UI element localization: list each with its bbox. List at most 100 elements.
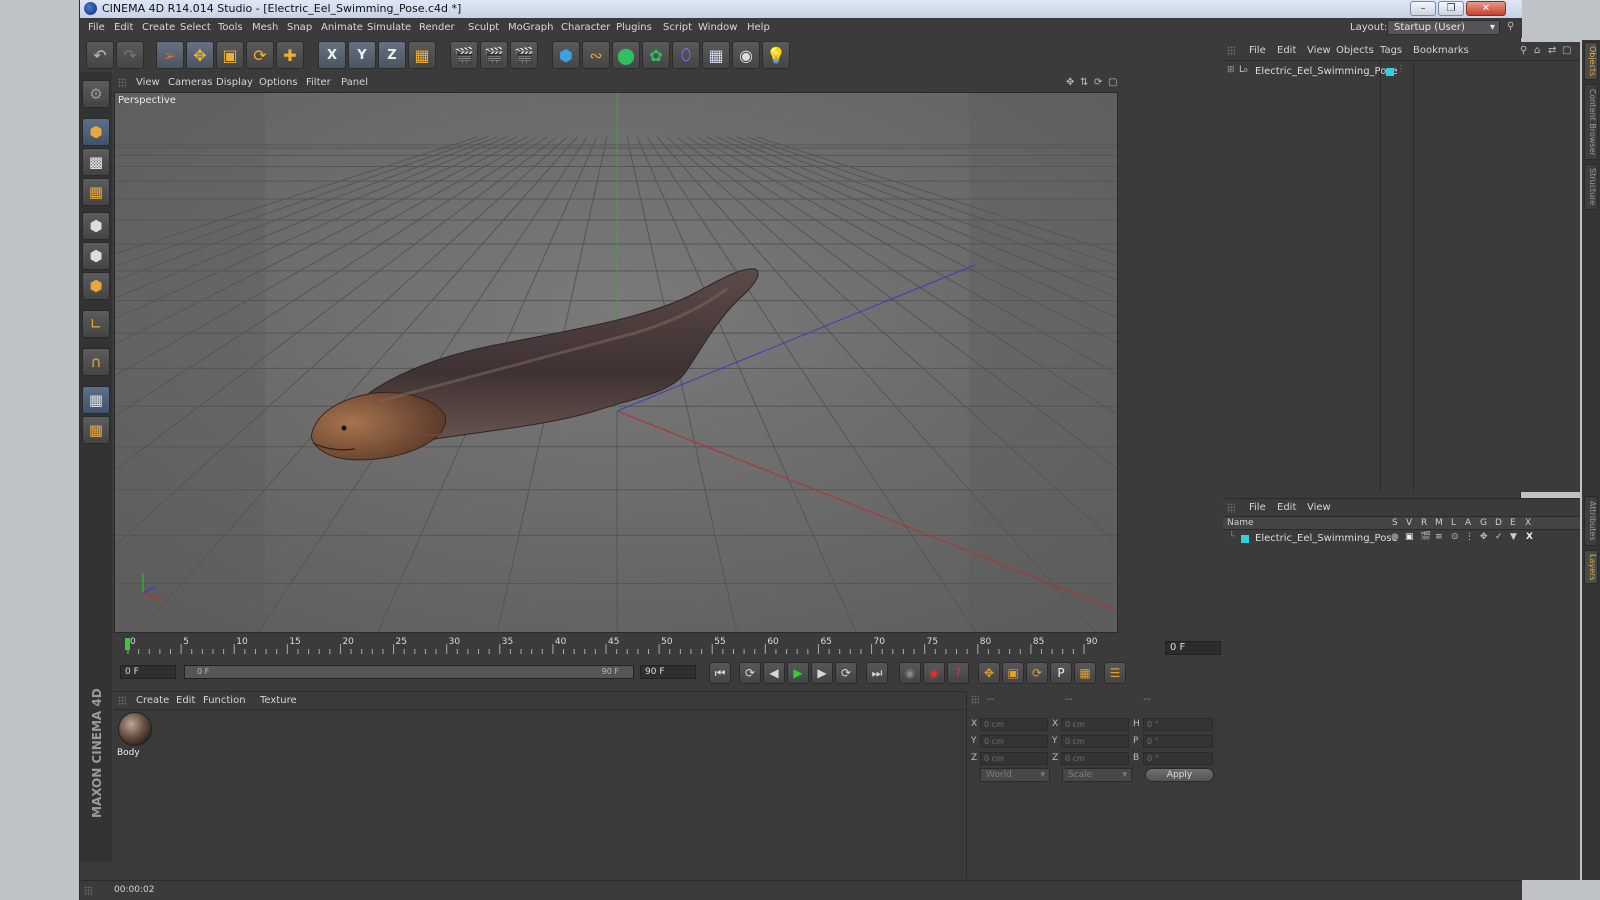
- position-x-field[interactable]: 0 cm: [980, 718, 1048, 731]
- play-forward-icon[interactable]: ▶: [787, 662, 809, 684]
- undo-icon[interactable]: ↶: [86, 41, 114, 69]
- magnet-icon[interactable]: ∩: [82, 348, 110, 376]
- panel-grip-icon[interactable]: [118, 696, 126, 706]
- maximize-button[interactable]: ❐: [1438, 1, 1464, 16]
- apply-button[interactable]: Apply: [1145, 768, 1214, 782]
- layer-menu-file[interactable]: File: [1249, 502, 1266, 513]
- menu-create[interactable]: Create: [142, 22, 175, 33]
- make-editable-icon[interactable]: ⚙: [82, 80, 110, 108]
- rotation-b-field[interactable]: 0 °: [1143, 752, 1213, 765]
- menu-mograph[interactable]: MoGraph: [508, 22, 553, 33]
- material-body[interactable]: Body: [116, 712, 154, 758]
- rotate-view-icon[interactable]: ⟳: [1094, 77, 1102, 88]
- minimize-button[interactable]: –: [1410, 1, 1436, 16]
- perspective-viewport[interactable]: Perspective: [114, 92, 1118, 633]
- object-menu-view[interactable]: View: [1307, 45, 1331, 56]
- menu-window[interactable]: Window: [698, 22, 737, 33]
- search-icon[interactable]: ⚲: [1520, 45, 1527, 56]
- expressions-toggle-icon[interactable]: ▼: [1510, 532, 1517, 542]
- object-menu-bookmarks[interactable]: Bookmarks: [1413, 45, 1469, 56]
- close-button[interactable]: ✕: [1466, 1, 1506, 16]
- view-toggle-icon[interactable]: ▣: [1405, 532, 1414, 542]
- menu-tools[interactable]: Tools: [218, 22, 243, 33]
- playhead-marker[interactable]: [125, 638, 130, 650]
- render-toggle-icon[interactable]: 🎬: [1420, 532, 1431, 542]
- home-icon[interactable]: ⌂: [1534, 45, 1540, 56]
- end-frame-field[interactable]: 90 F: [640, 665, 696, 679]
- autokey-help-icon[interactable]: ?: [947, 662, 969, 684]
- panel-grip-icon[interactable]: [1227, 46, 1235, 56]
- material-menu-function[interactable]: Function: [203, 695, 246, 706]
- viewport-menu-options[interactable]: Options: [259, 77, 298, 88]
- viewport-menu-cameras[interactable]: Cameras: [168, 77, 212, 88]
- previous-key-icon[interactable]: ⟳: [739, 662, 761, 684]
- menu-plugins[interactable]: Plugins: [616, 22, 652, 33]
- key-rotation-icon[interactable]: ⟳: [1026, 662, 1048, 684]
- column-locked[interactable]: L: [1451, 518, 1456, 528]
- object-menu-edit[interactable]: Edit: [1277, 45, 1296, 56]
- toggle-view-icon[interactable]: ▢: [1108, 77, 1117, 88]
- frame-range-slider[interactable]: 0 F 90 F: [184, 665, 634, 679]
- animation-toggle-icon[interactable]: ⋮: [1465, 532, 1474, 542]
- tab-content-browser[interactable]: Content Browser: [1584, 84, 1598, 160]
- mograph-cloner-icon[interactable]: ✿: [642, 41, 670, 69]
- column-expressions[interactable]: E: [1510, 518, 1516, 528]
- light-icon[interactable]: 💡: [762, 41, 790, 69]
- column-solo[interactable]: S: [1392, 518, 1398, 528]
- lock-toggle-icon[interactable]: ⊙: [1451, 532, 1459, 542]
- column-generators[interactable]: G: [1480, 518, 1487, 528]
- menu-snap[interactable]: Snap: [287, 22, 312, 33]
- tab-attributes[interactable]: Attributes: [1584, 496, 1598, 546]
- redo-icon[interactable]: ↷: [116, 41, 144, 69]
- texture-mode-icon[interactable]: ▩: [82, 148, 110, 176]
- object-menu-objects[interactable]: Objects: [1336, 45, 1374, 56]
- key-parameter-icon[interactable]: P: [1050, 662, 1072, 684]
- layout-select[interactable]: Startup (User) ▾: [1387, 20, 1500, 35]
- timeline-ruler[interactable]: 0 5 10 15 20 25 30 35 40 45 50 55 60 65 70 75 80 85 90: [114, 636, 1120, 656]
- record-keys-off-icon[interactable]: ◉: [899, 662, 921, 684]
- axis-mode-icon[interactable]: ∟: [82, 310, 110, 338]
- record-active-objects-icon[interactable]: ◉: [923, 662, 945, 684]
- timeline-window-icon[interactable]: ☰: [1104, 662, 1126, 684]
- model-mode-icon[interactable]: ⬢: [82, 118, 110, 146]
- size-z-field[interactable]: 0 cm: [1061, 752, 1129, 765]
- z-axis-icon[interactable]: Z: [378, 41, 406, 69]
- next-key-icon[interactable]: ⟳: [835, 662, 857, 684]
- navigate-icon[interactable]: ⇄: [1548, 45, 1556, 56]
- render-view-icon[interactable]: 🎬: [450, 41, 478, 69]
- camera-icon[interactable]: ◉: [732, 41, 760, 69]
- material-menu-create[interactable]: Create: [136, 695, 169, 706]
- material-menu-edit[interactable]: Edit: [176, 695, 195, 706]
- manager-toggle-icon[interactable]: ≡: [1435, 532, 1443, 542]
- y-axis-icon[interactable]: Y: [348, 41, 376, 69]
- tab-layers[interactable]: Layers: [1584, 550, 1598, 584]
- previous-frame-icon[interactable]: ◀: [763, 662, 785, 684]
- edges-mode-icon[interactable]: ⬢: [82, 242, 110, 270]
- viewport-menu-filter[interactable]: Filter: [306, 77, 331, 88]
- layer-color-swatch[interactable]: [1241, 535, 1249, 543]
- rotation-h-field[interactable]: 0 °: [1143, 718, 1213, 731]
- size-y-field[interactable]: 0 cm: [1061, 735, 1129, 748]
- panel-grip-icon[interactable]: [1227, 503, 1235, 513]
- menu-select[interactable]: Select: [180, 22, 211, 33]
- pan-view-icon[interactable]: ✥: [1066, 77, 1074, 88]
- menu-simulate[interactable]: Simulate: [367, 22, 411, 33]
- tab-objects[interactable]: Objects: [1584, 42, 1598, 80]
- scale-icon[interactable]: ▣: [216, 41, 244, 69]
- nurbs-icon[interactable]: ⬤: [612, 41, 640, 69]
- move-icon[interactable]: ✥: [186, 41, 214, 69]
- expand-icon[interactable]: ⊞: [1227, 65, 1235, 75]
- snap-grid-icon[interactable]: ▦: [82, 386, 110, 414]
- floor-environment-icon[interactable]: ▦: [702, 41, 730, 69]
- column-view[interactable]: V: [1406, 518, 1412, 528]
- material-menu-texture[interactable]: Texture: [260, 695, 297, 706]
- column-manager[interactable]: M: [1435, 518, 1443, 528]
- position-z-field[interactable]: 0 cm: [980, 752, 1048, 765]
- points-mode-icon[interactable]: ⬢: [82, 212, 110, 240]
- layer-menu-view[interactable]: View: [1307, 502, 1331, 513]
- render-settings-icon[interactable]: 🎬: [510, 41, 538, 69]
- visibility-dots-icon[interactable]: ⋮: [1397, 64, 1405, 73]
- size-mode-select[interactable]: Scale ▾: [1062, 768, 1132, 782]
- size-x-field[interactable]: 0 cm: [1061, 718, 1129, 731]
- column-animation[interactable]: A: [1465, 518, 1471, 528]
